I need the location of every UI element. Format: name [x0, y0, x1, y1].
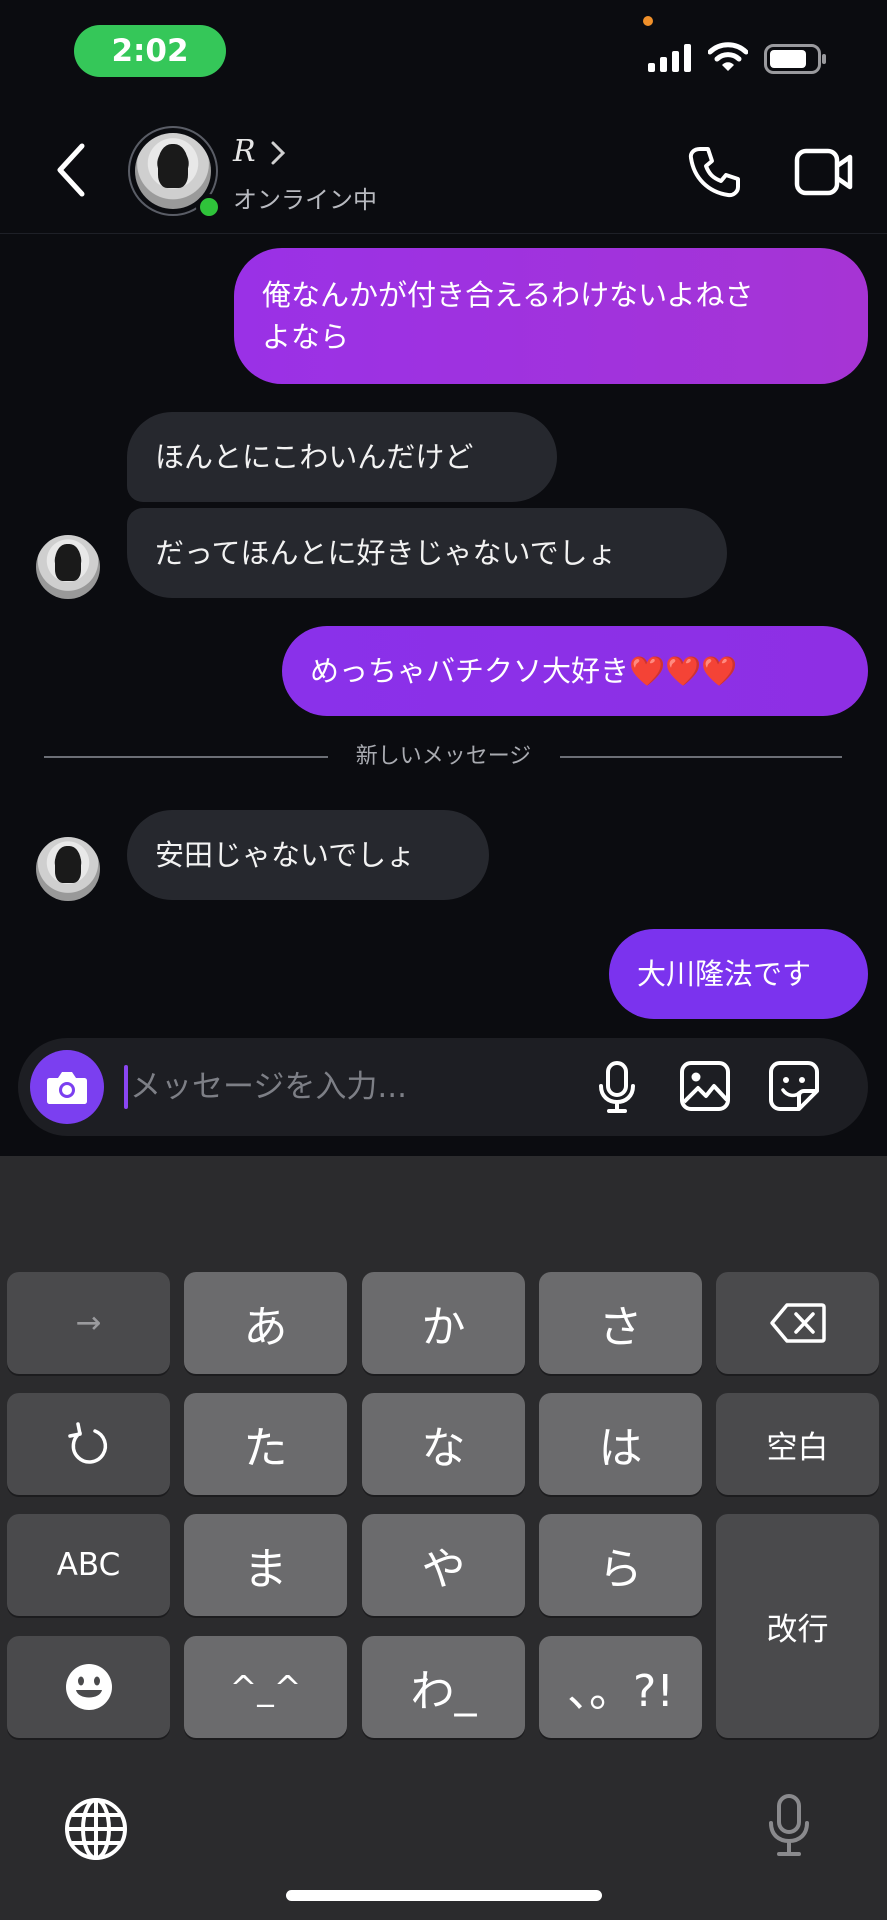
key-wa[interactable]: わ_	[362, 1636, 525, 1738]
message-text-line: 俺なんかが付き合えるわけないよねさ	[262, 278, 754, 312]
key-abc[interactable]: ABC	[7, 1514, 170, 1616]
sticker-icon[interactable]	[768, 1060, 820, 1112]
video-camera-icon[interactable]	[794, 148, 854, 196]
key-label: ABC	[56, 1547, 121, 1583]
phone-icon[interactable]	[686, 144, 742, 200]
home-indicator[interactable]	[286, 1890, 602, 1901]
key-label: 改行	[766, 1611, 829, 1648]
key-ka[interactable]: か	[362, 1272, 525, 1374]
privacy-indicator-dot	[643, 16, 653, 26]
message-received[interactable]: ほんとにこわいんだけど	[127, 412, 557, 502]
key-label: な	[421, 1423, 466, 1474]
online-status-dot	[196, 194, 222, 220]
message-input[interactable]	[130, 1058, 580, 1116]
image-icon[interactable]	[679, 1060, 731, 1112]
key-ya[interactable]: や	[362, 1514, 525, 1616]
key-label: は	[598, 1423, 643, 1474]
key-label: た	[243, 1423, 288, 1474]
key-ra[interactable]: ら	[539, 1514, 702, 1616]
emoji-smiley-icon	[65, 1664, 112, 1710]
key-return[interactable]: 改行	[716, 1514, 879, 1738]
message-received[interactable]: だってほんとに好きじゃないでしょ	[127, 508, 727, 598]
key-label: 、。?!	[567, 1666, 674, 1717]
key-label: ^_^	[229, 1667, 302, 1707]
key-label: ま	[243, 1544, 288, 1595]
key-label: か	[421, 1302, 466, 1353]
contact-avatar[interactable]	[128, 126, 222, 220]
key-ta[interactable]: た	[184, 1393, 347, 1495]
cellular-signal-icon	[648, 44, 691, 72]
message-sent[interactable]: めっちゃバチクソ大好き❤️❤️❤️	[282, 626, 868, 716]
message-text: だってほんとに好きじゃないでしょ	[155, 536, 617, 570]
key-ha[interactable]: は	[539, 1393, 702, 1495]
key-label: や	[421, 1544, 466, 1595]
key-label: ら	[598, 1544, 643, 1595]
divider-label: 新しいメッセージ	[337, 744, 550, 769]
camera-button[interactable]	[30, 1050, 104, 1124]
divider-line-right	[560, 756, 842, 758]
key-label: 空白	[766, 1429, 829, 1466]
key-kaomoji[interactable]: ^_^	[184, 1636, 347, 1738]
chat-header: R オンライン中	[0, 110, 887, 234]
key-label: わ_	[410, 1666, 477, 1717]
message-text: 安田じゃないでしょ	[155, 838, 416, 872]
message-text: 大川隆法です	[637, 957, 812, 991]
key-label: →	[75, 1305, 102, 1341]
new-messages-divider: 新しいメッセージ	[0, 738, 887, 770]
status-bar: 2:02	[0, 0, 887, 110]
key-label: あ	[243, 1302, 288, 1353]
back-icon[interactable]	[52, 142, 92, 198]
message-sent[interactable]: 大川隆法です	[609, 929, 868, 1019]
key-a[interactable]: あ	[184, 1272, 347, 1374]
message-text-line: よなら	[262, 320, 350, 354]
key-emoji[interactable]	[7, 1636, 170, 1738]
key-sa[interactable]: さ	[539, 1272, 702, 1374]
undo-icon	[67, 1422, 107, 1464]
dictation-microphone-icon[interactable]	[766, 1793, 812, 1859]
backspace-icon	[769, 1303, 826, 1343]
message-received[interactable]: 安田じゃないでしょ	[127, 810, 489, 900]
message-sent[interactable]: 俺なんかが付き合えるわけないよねさ よなら	[234, 248, 868, 384]
chevron-right-icon[interactable]	[270, 140, 286, 166]
wifi-icon	[708, 42, 748, 71]
key-delete[interactable]	[716, 1272, 879, 1374]
microphone-icon[interactable]	[596, 1060, 638, 1114]
key-next-arrow[interactable]: →	[7, 1272, 170, 1374]
message-text: めっちゃバチクソ大好き❤️❤️❤️	[310, 654, 738, 688]
key-na[interactable]: な	[362, 1393, 525, 1495]
message-text: ほんとにこわいんだけど	[155, 440, 474, 474]
key-undo[interactable]	[7, 1393, 170, 1495]
key-label: さ	[598, 1302, 643, 1353]
battery-icon	[764, 44, 826, 74]
globe-icon[interactable]	[64, 1797, 128, 1861]
status-time[interactable]: 2:02	[74, 25, 226, 77]
key-space[interactable]: 空白	[716, 1393, 879, 1495]
camera-icon	[47, 1072, 87, 1104]
message-composer	[18, 1038, 868, 1136]
presence-status: オンライン中	[233, 186, 377, 214]
sender-avatar[interactable]	[36, 535, 100, 599]
key-punctuation[interactable]: 、。?!	[539, 1636, 702, 1738]
text-caret	[124, 1065, 128, 1109]
key-ma[interactable]: ま	[184, 1514, 347, 1616]
contact-name[interactable]: R	[233, 134, 256, 169]
sender-avatar[interactable]	[36, 837, 100, 901]
